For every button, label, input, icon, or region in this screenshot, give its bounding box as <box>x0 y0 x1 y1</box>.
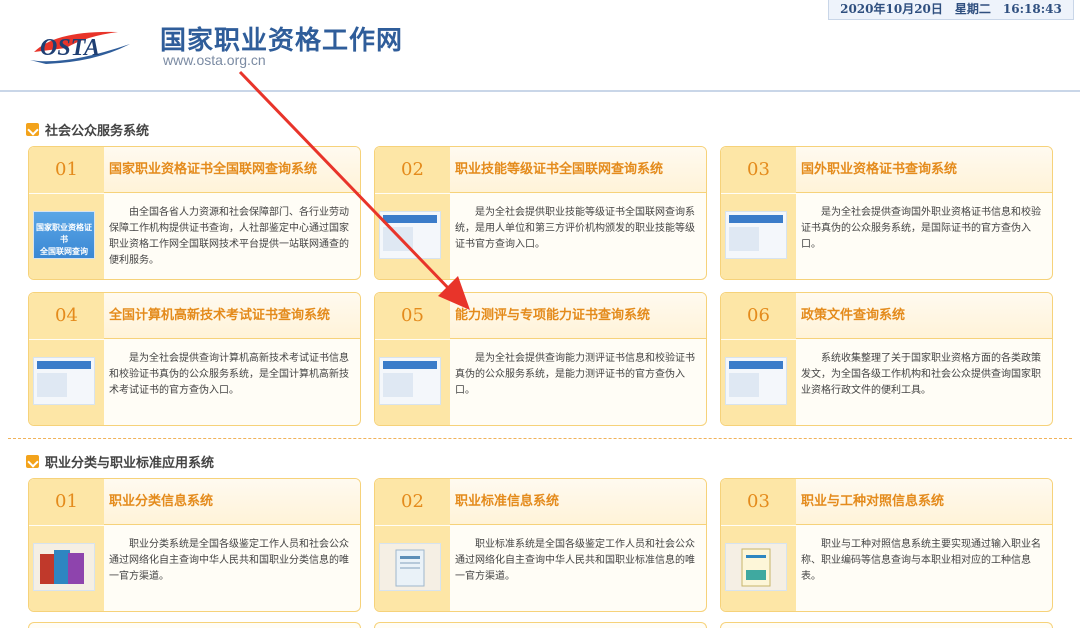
card-title[interactable]: 能力测评与专项能力证书查询系统 <box>455 293 650 339</box>
edit-icon <box>26 123 39 136</box>
card-title[interactable]: 国家职业资格证书全国联网查询系统 <box>109 147 317 193</box>
card-title[interactable]: 政策文件查询系统 <box>801 293 905 339</box>
card-description: 由全国各省人力资源和社会保障部门、各行业劳动保障工作机构提供证书查询，人社部鉴定… <box>109 207 349 266</box>
card-computer-tech-cert-query[interactable]: 04 全国计算机高新技术考试证书查询系统 是为全社会提供查询计算机高新技术考试证… <box>28 292 361 426</box>
card-number: 04 <box>55 305 78 326</box>
card-occupation-job-mapping[interactable]: 03 职业与工种对照信息系统 职业与工种对照信息系统主要实现通过输入职业名称、职… <box>720 478 1053 612</box>
section-title-text: 职业分类与职业标准应用系统 <box>45 456 215 471</box>
site-header: OSTA 国家职业资格工作网 www.osta.org.cn 2020年10月2… <box>0 0 1080 92</box>
card-title[interactable]: 职业技能等级证书全国联网查询系统 <box>455 147 663 193</box>
card-description: 职业与工种对照信息系统主要实现通过输入职业名称、职业编码等信息查询与本职业相对应… <box>801 539 1041 582</box>
osta-logo[interactable]: OSTA <box>26 22 138 68</box>
site-url[interactable]: www.osta.org.cn <box>163 52 266 68</box>
card-number: 06 <box>747 305 770 326</box>
section-title-occupation-classification: 职业分类与职业标准应用系统 <box>26 452 214 471</box>
card-occupation-classification[interactable]: 01 职业分类信息系统 职业分类系统是全国各级鉴定工作人员和社会公众通过网络化自… <box>28 478 361 612</box>
card-description: 系统收集整理了关于国家职业资格方面的各类政策发文，为全国各级工作机构和社会公众提… <box>801 353 1041 396</box>
section-title-public-service: 社会公众服务系统 <box>26 120 149 139</box>
card-title[interactable]: 职业分类信息系统 <box>109 479 213 525</box>
card-title[interactable]: 全国计算机高新技术考试证书查询系统 <box>109 293 330 339</box>
card-description: 是为全社会提供查询计算机高新技术考试证书信息和校验证书真伪的公众服务系统，是全国… <box>109 353 349 396</box>
card-description: 是为全社会提供查询能力测评证书信息和校验证书真伪的公众服务系统，是能力测评证书的… <box>455 353 695 396</box>
logo-text: OSTA <box>40 35 100 61</box>
card-number: 03 <box>747 159 770 180</box>
card-national-cert-query[interactable]: 01 国家职业资格证书全国联网查询系统 国家职业资格证书 全国联网查询 由全国各… <box>28 146 361 280</box>
card-number: 01 <box>55 159 78 180</box>
card-title[interactable]: 国外职业资格证书查询系统 <box>801 147 957 193</box>
card-number: 01 <box>55 491 78 512</box>
card-number: 02 <box>401 159 424 180</box>
card-partial-next <box>720 622 1053 628</box>
card-foreign-cert-query[interactable]: 03 国外职业资格证书查询系统 是为全社会提供查询国外职业资格证书信息和校验证书… <box>720 146 1053 280</box>
card-thumbnail[interactable]: 国家职业资格证书 全国联网查询 <box>33 211 95 259</box>
card-title[interactable]: 职业标准信息系统 <box>455 479 559 525</box>
card-partial-next <box>28 622 361 628</box>
thumbnail-caption: 国家职业资格证书 全国联网查询 <box>36 223 92 256</box>
section-divider <box>8 438 1072 439</box>
card-thumbnail[interactable] <box>33 357 95 405</box>
card-title[interactable]: 职业与工种对照信息系统 <box>801 479 944 525</box>
card-number: 05 <box>401 305 424 326</box>
card-number: 02 <box>401 491 424 512</box>
card-description: 是为全社会提供职业技能等级证书全国联网查询系统，是用人单位和第三方评价机构颁发的… <box>455 207 695 250</box>
card-thumbnail[interactable] <box>33 543 95 591</box>
card-occupation-standard[interactable]: 02 职业标准信息系统 职业标准系统是全国各级鉴定工作人员和社会公众通过网络化自… <box>374 478 707 612</box>
card-description: 是为全社会提供查询国外职业资格证书信息和校验证书真伪的公众服务系统，是国际证书的… <box>801 207 1041 250</box>
card-policy-document-query[interactable]: 06 政策文件查询系统 系统收集整理了关于国家职业资格方面的各类政策发文，为全国… <box>720 292 1053 426</box>
card-thumbnail[interactable] <box>379 357 441 405</box>
card-thumbnail[interactable] <box>725 543 787 591</box>
card-ability-assessment-cert-query[interactable]: 05 能力测评与专项能力证书查询系统 是为全社会提供查询能力测评证书信息和校验证… <box>374 292 707 426</box>
card-thumbnail[interactable] <box>725 357 787 405</box>
card-thumbnail[interactable] <box>725 211 787 259</box>
edit-icon <box>26 455 39 468</box>
date-time-display: 2020年10月20日 星期二 16:18:43 <box>828 0 1074 20</box>
card-description: 职业分类系统是全国各级鉴定工作人员和社会公众通过网络化自主查询中华人民共和国职业… <box>109 539 349 582</box>
card-partial-next <box>374 622 707 628</box>
card-number: 03 <box>747 491 770 512</box>
card-thumbnail[interactable] <box>379 543 441 591</box>
card-thumbnail[interactable] <box>379 211 441 259</box>
section-title-text: 社会公众服务系统 <box>45 124 150 139</box>
card-description: 职业标准系统是全国各级鉴定工作人员和社会公众通过网络化自主查询中华人民共和国职业… <box>455 539 695 582</box>
card-skill-level-cert-query[interactable]: 02 职业技能等级证书全国联网查询系统 是为全社会提供职业技能等级证书全国联网查… <box>374 146 707 280</box>
